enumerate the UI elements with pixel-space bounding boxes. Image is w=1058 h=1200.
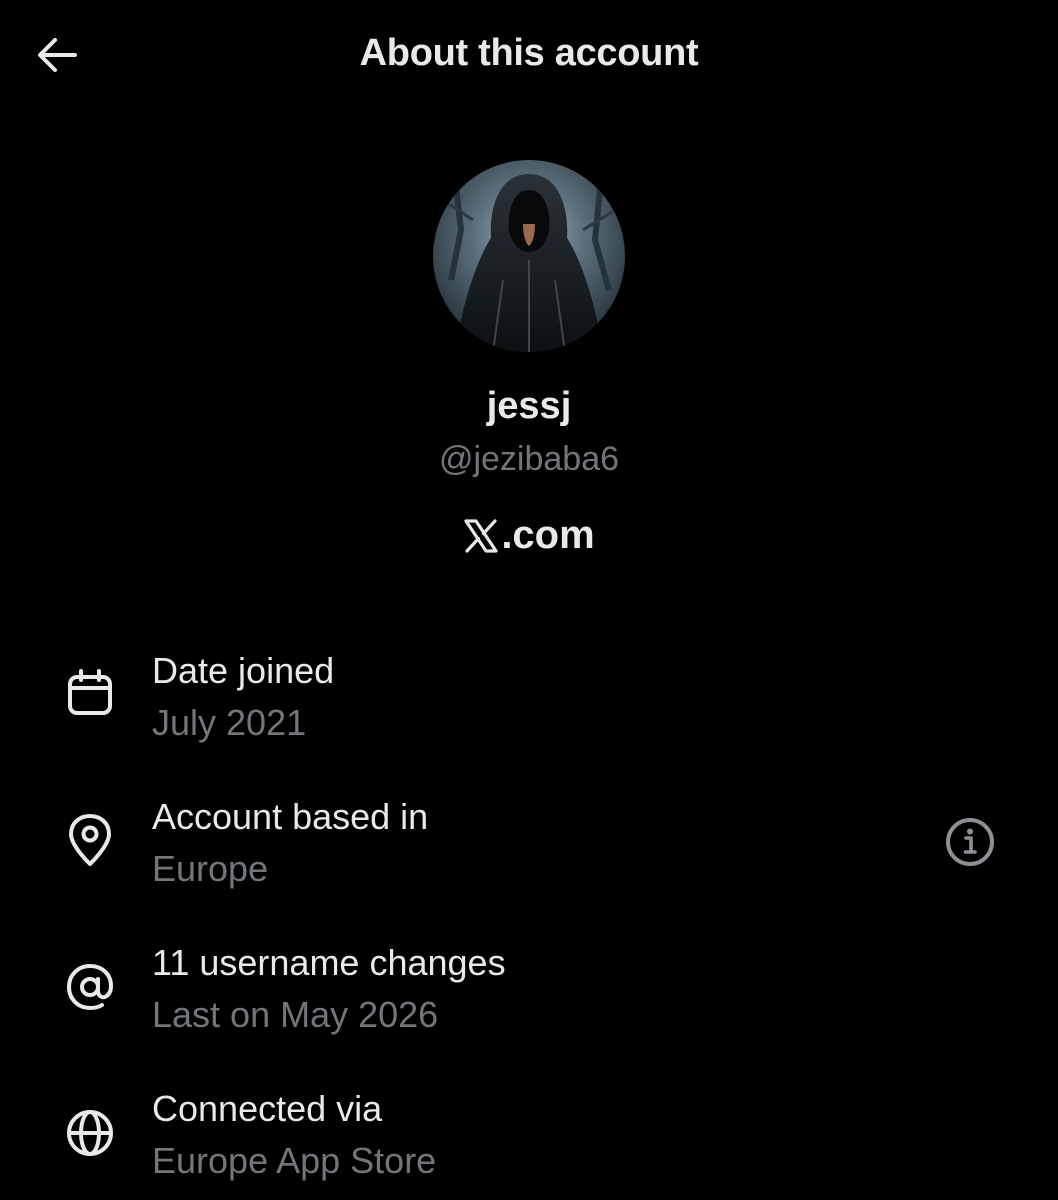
info-icon xyxy=(946,818,994,866)
avatar-image xyxy=(433,160,625,352)
page-title: About this account xyxy=(359,32,699,74)
avatar[interactable] xyxy=(433,160,625,352)
username-handle: @jezibaba6 xyxy=(438,440,620,478)
detail-row-date-joined: Date joined July 2021 xyxy=(0,640,1058,760)
detail-label: 11 username changes xyxy=(152,942,506,983)
detail-label: Connected via xyxy=(152,1088,383,1129)
x-logo-icon xyxy=(463,518,499,554)
detail-value: July 2021 xyxy=(152,702,307,743)
info-button[interactable] xyxy=(942,814,998,870)
calendar-icon xyxy=(62,665,118,721)
site-domain-text: .com xyxy=(501,513,595,557)
detail-value: Europe xyxy=(152,848,269,889)
detail-label: Account based in xyxy=(152,796,429,837)
detail-row-username-changes: 11 username changes Last on May 2026 xyxy=(0,932,1058,1052)
detail-value: Last on May 2026 xyxy=(152,994,439,1035)
detail-row-connected-via: Connected via Europe App Store xyxy=(0,1078,1058,1198)
detail-label: Date joined xyxy=(152,650,335,691)
at-sign-icon xyxy=(62,959,118,1015)
globe-icon xyxy=(62,1105,118,1161)
location-pin-icon xyxy=(62,813,118,869)
display-name: jessj xyxy=(486,385,572,427)
site-label: .com xyxy=(0,513,1058,558)
detail-value: Europe App Store xyxy=(152,1140,437,1181)
detail-row-account-location: Account based in Europe xyxy=(0,786,1058,906)
top-bar: About this account xyxy=(0,0,1058,110)
